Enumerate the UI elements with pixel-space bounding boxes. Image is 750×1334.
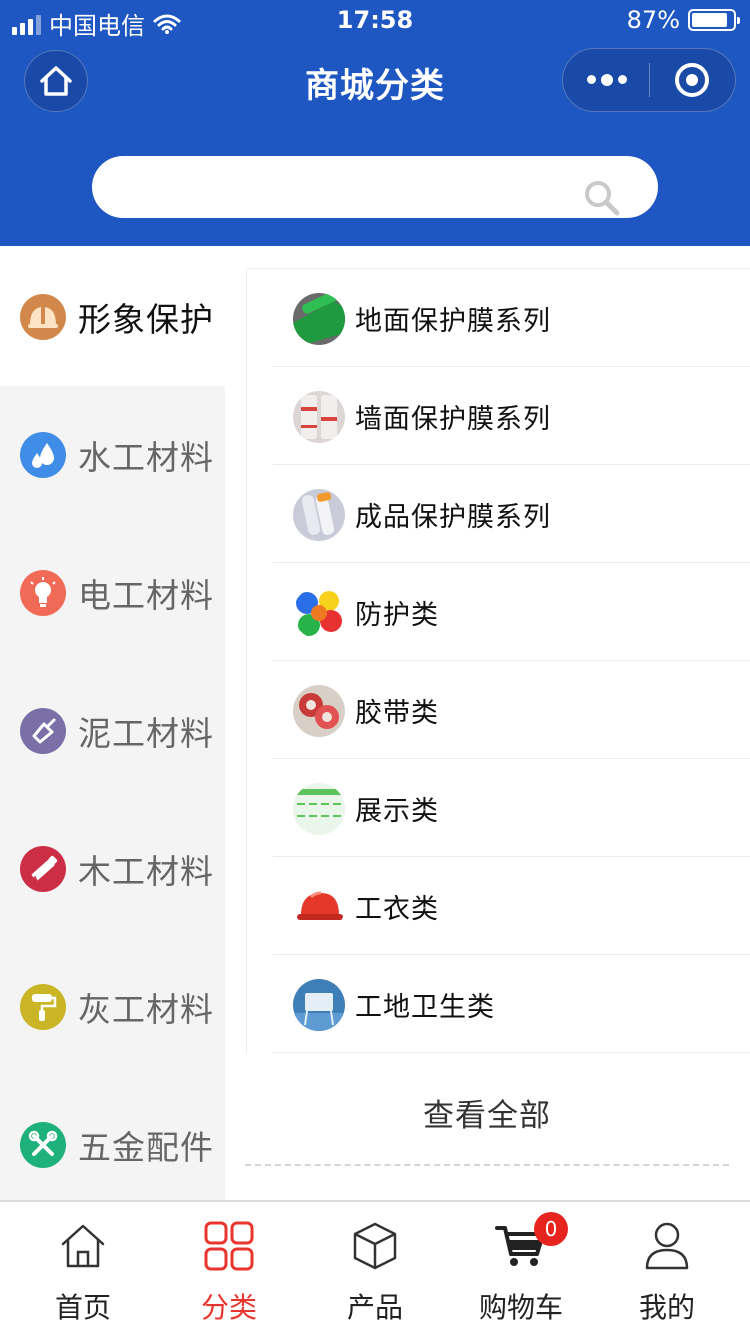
subcategory-item-tape[interactable]: 胶带类 bbox=[273, 661, 750, 759]
subcategory-label: 工地卫生类 bbox=[355, 992, 495, 1023]
sidebar-item-label: 五金配件 bbox=[78, 1128, 214, 1167]
subcategory-item-floor-film[interactable]: 地面保护膜系列 bbox=[273, 269, 750, 367]
search-input[interactable] bbox=[122, 166, 572, 208]
subcategory-label: 防护类 bbox=[355, 600, 439, 631]
status-bar: 中国电信 17:58 87% bbox=[0, 0, 750, 40]
subcategory-item-workwear[interactable]: 工衣类 bbox=[273, 857, 750, 955]
display-banner-thumb bbox=[293, 783, 345, 835]
subcategory-item-product-film[interactable]: 成品保护膜系列 bbox=[273, 465, 750, 563]
box-icon bbox=[353, 1222, 397, 1270]
product-film-roll-thumb bbox=[293, 489, 345, 541]
sidebar-item-label: 电工材料 bbox=[78, 576, 214, 615]
grid-icon bbox=[204, 1221, 254, 1271]
search-icon[interactable] bbox=[582, 178, 622, 218]
category-sidebar: 形象保护 水工材料 电工材料 泥工材料 木工材料 灰工材料 五金配件 bbox=[0, 248, 225, 1200]
tape-rolls-thumb bbox=[293, 685, 345, 737]
subcategory-item-display[interactable]: 展示类 bbox=[273, 759, 750, 857]
bottom-tab-bar: 首页 分类 产品 0 购物车 我的 bbox=[0, 1200, 750, 1334]
tab-category[interactable]: 分类 bbox=[154, 1202, 304, 1334]
subcategory-item-wall-film[interactable]: 墙面保护膜系列 bbox=[273, 367, 750, 465]
subcategory-item-sanitation[interactable]: 工地卫生类 bbox=[273, 955, 750, 1053]
sidebar-item-label: 水工材料 bbox=[78, 438, 214, 477]
subcategory-label: 展示类 bbox=[355, 796, 439, 827]
subcategory-item-protection[interactable]: 防护类 bbox=[273, 563, 750, 661]
wall-film-roll-thumb bbox=[293, 391, 345, 443]
subcategory-label: 成品保护膜系列 bbox=[355, 502, 551, 533]
subcategory-label: 地面保护膜系列 bbox=[355, 306, 551, 337]
tab-products[interactable]: 产品 bbox=[300, 1202, 450, 1334]
trowel-icon bbox=[20, 708, 66, 754]
battery-percent: 87% bbox=[626, 6, 680, 34]
subcategory-label: 胶带类 bbox=[355, 698, 439, 729]
header: 中国电信 17:58 87% 商城分类 bbox=[0, 0, 750, 246]
subcategory-label: 工衣类 bbox=[355, 894, 439, 925]
tab-profile[interactable]: 我的 bbox=[592, 1202, 742, 1334]
sidebar-item-label: 形象保护 bbox=[78, 300, 214, 339]
water-drop-icon bbox=[20, 432, 66, 478]
capsule-menu bbox=[562, 48, 736, 112]
sidebar-item-plumbing[interactable]: 水工材料 bbox=[0, 386, 225, 524]
sidebar-item-plastering[interactable]: 灰工材料 bbox=[0, 938, 225, 1076]
capsule-divider bbox=[649, 63, 650, 97]
lightbulb-icon bbox=[20, 570, 66, 616]
sidebar-item-carpentry[interactable]: 木工材料 bbox=[0, 800, 225, 938]
view-all-link[interactable]: 查看全部 bbox=[245, 1080, 729, 1166]
helmet-icon bbox=[20, 294, 66, 340]
sidebar-item-hardware[interactable]: 五金配件 bbox=[0, 1076, 225, 1214]
sidebar-item-label: 木工材料 bbox=[78, 852, 214, 891]
tab-cart[interactable]: 0 购物车 bbox=[446, 1202, 596, 1334]
sidebar-item-label: 泥工材料 bbox=[78, 714, 214, 753]
home-outline-icon bbox=[61, 1224, 105, 1268]
user-icon bbox=[645, 1222, 689, 1270]
tab-label: 我的 bbox=[638, 1291, 695, 1324]
colored-caps-thumb bbox=[293, 587, 345, 639]
saw-icon bbox=[20, 846, 66, 892]
paint-roller-icon bbox=[20, 984, 66, 1030]
cart-badge: 0 bbox=[534, 1212, 568, 1246]
subcategory-list: 地面保护膜系列 墙面保护膜系列 成品保护膜系列 防护类 胶带类 展示类 工衣类 … bbox=[246, 268, 750, 1054]
sidebar-item-label: 灰工材料 bbox=[78, 990, 214, 1029]
sanitation-thumb bbox=[293, 979, 345, 1031]
tab-home[interactable]: 首页 bbox=[8, 1202, 158, 1334]
tab-label: 产品 bbox=[346, 1291, 403, 1324]
sidebar-item-masonry[interactable]: 泥工材料 bbox=[0, 662, 225, 800]
green-floor-film-thumb bbox=[293, 293, 345, 345]
target-circle-icon[interactable] bbox=[675, 63, 709, 97]
tab-label: 购物车 bbox=[478, 1291, 563, 1324]
subcategory-label: 墙面保护膜系列 bbox=[355, 404, 551, 435]
sidebar-item-image-protection[interactable]: 形象保护 bbox=[0, 248, 225, 386]
search-bar[interactable] bbox=[92, 156, 658, 218]
red-helmet-thumb bbox=[293, 881, 345, 933]
more-dots-icon[interactable] bbox=[563, 49, 650, 110]
tab-label: 分类 bbox=[200, 1291, 257, 1324]
battery-icon bbox=[688, 9, 740, 31]
tab-label: 首页 bbox=[54, 1291, 111, 1324]
tools-icon bbox=[20, 1122, 66, 1168]
sidebar-item-electrical[interactable]: 电工材料 bbox=[0, 524, 225, 662]
